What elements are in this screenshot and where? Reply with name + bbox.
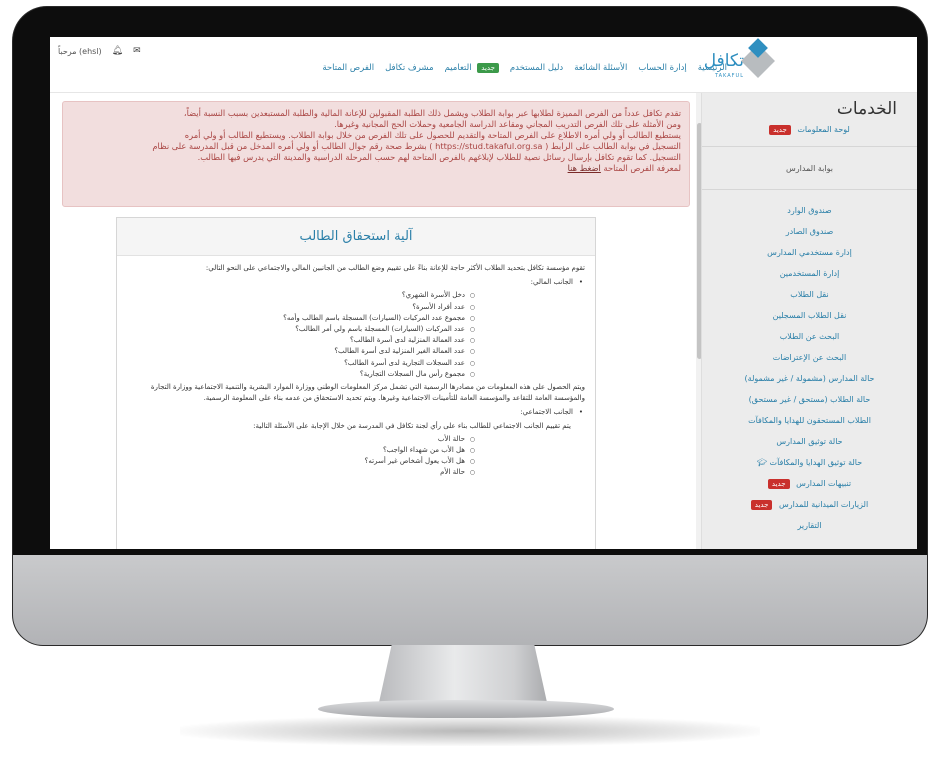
monitor-stand-neck	[378, 645, 548, 707]
list-item: حالة الأب	[127, 434, 475, 445]
list-item: عدد العمالة الغير المنزلية لدى أسرة الطا…	[127, 346, 475, 357]
sidebar-item-search-objections[interactable]: البحث عن الإعتراضات	[702, 347, 917, 368]
nav-faq[interactable]: الأسئلة الشائعة	[574, 63, 627, 73]
nav-user-guide[interactable]: دليل المستخدم	[510, 63, 563, 73]
main-content: تقدم تكافل عدداً من الفرص المميزة لطلابه…	[50, 93, 696, 549]
user-area: مرحباً (ehsl) 🔔︎ ✉	[58, 46, 141, 56]
eligibility-panel: آلية استحقاق الطالب تقوم مؤسسة تكافل بتح…	[116, 217, 596, 549]
new-badge: جديد	[477, 63, 499, 73]
nav-account[interactable]: إدارة الحساب	[638, 63, 686, 73]
graduation-cap-icon: 🎓︎	[756, 458, 767, 467]
list-item: هل الأب من شهداء الواجب؟	[127, 445, 475, 456]
monitor-shadow	[180, 716, 760, 746]
nav-circulars-label: التعاميم	[444, 63, 472, 73]
greeting-link[interactable]: مرحباً (ehsl)	[58, 47, 102, 56]
new-badge: جديد	[750, 500, 773, 510]
list-item: دخل الأسرة الشهري؟	[127, 290, 475, 301]
list-item: عدد المركبات (السيارات) المسجلة باسم ولي…	[127, 324, 475, 335]
sidebar-item-label: تنبيهات المدارس	[796, 479, 852, 488]
sidebar-group-schools-portal[interactable]: بوابة المدارس	[702, 146, 917, 190]
new-badge: جديد	[767, 479, 790, 489]
sidebar-item-school-alerts[interactable]: تنبيهات المدارس جديد	[702, 473, 917, 494]
alert-prefix: لمعرفة الفرص المتاحة	[603, 163, 681, 173]
sidebar-item-search-students[interactable]: البحث عن الطلاب	[702, 326, 917, 347]
alert-line: لمعرفة الفرص المتاحة اضغط هنا	[71, 163, 681, 174]
sidebar-item-students-status[interactable]: حالة الطلاب (مستحق / غير مستحق)	[702, 389, 917, 410]
sidebar-item-eligible-gifts[interactable]: الطلاب المستحقون للهدايا والمكافآت	[702, 410, 917, 431]
financial-list: دخل الأسرة الشهري؟ عدد أفراد الأسرة؟ مجم…	[127, 290, 585, 380]
panel-intro: تقوم مؤسسة تكافل بتحديد الطلاب الأكثر حا…	[205, 264, 585, 272]
panel-body: تقوم مؤسسة تكافل بتحديد الطلاب الأكثر حا…	[117, 256, 595, 479]
top-navbar: مرحباً (ehsl) 🔔︎ ✉ الرئيسية إدارة الحساب…	[50, 37, 917, 93]
main-nav: الرئيسية إدارة الحساب الأسئلة الشائعة دل…	[322, 63, 727, 73]
social-intro: يتم تقييم الجانب الاجتماعي للطالب بناء ع…	[253, 421, 571, 430]
list-item: عدد السجلات التجارية لدى أسرة الطالب؟	[127, 358, 475, 369]
screen: مرحباً (ehsl) 🔔︎ ✉ الرئيسية إدارة الحساب…	[50, 37, 917, 549]
list-item: عدد أفراد الأسرة؟	[127, 302, 475, 313]
nav-supervisor[interactable]: مشرف تكافل	[385, 63, 434, 73]
sidebar-item-label: لوحة المعلومات	[797, 125, 850, 134]
takaful-logo[interactable]: تكافل TAKAFUL	[696, 38, 775, 89]
sidebar-item-schools-verification[interactable]: حالة توثيق المدارس	[702, 431, 917, 452]
sidebar-item-dashboard[interactable]: لوحة المعلومات جديد	[702, 119, 917, 140]
sidebar-item-schools-status[interactable]: حالة المدارس (مشمولة / غير مشمولة)	[702, 368, 917, 389]
financial-note: ويتم الحصول على هذه المعلومات من مصادرها…	[150, 383, 585, 403]
services-sidebar: الخدمات لوحة المعلومات جديد بوابة المدار…	[701, 93, 917, 549]
alert-line: ومن الأمثلة على تلك الفرص التدريب المجان…	[334, 119, 681, 129]
alert-line: التسجيل في بوابة الطالب على الرابط ( htt…	[152, 141, 681, 151]
list-item: حالة الأم	[127, 467, 475, 478]
logo-subtext: TAKAFUL	[714, 73, 744, 79]
list-item: عدد العمالة المنزلية لدى أسرة الطالب؟	[127, 335, 475, 346]
sidebar-item-transfer-registered[interactable]: نقل الطلاب المسجلين	[702, 305, 917, 326]
sidebar-item-field-visits[interactable]: الزيارات الميدانية للمدارس جديد	[702, 494, 917, 515]
alert-line: التسجيل. كما تقوم تكافل بإرسال رسائل نصي…	[197, 152, 681, 162]
nav-circulars[interactable]: جديد التعاميم	[445, 63, 499, 73]
list-item: مجموع رأس مال السجلات التجارية؟	[127, 369, 475, 380]
social-heading: الجانب الاجتماعي:	[127, 407, 585, 418]
sidebar-item-label: حالة توثيق الهدايا والمكافآت	[769, 458, 863, 467]
click-here-link[interactable]: اضغط هنا	[568, 163, 601, 173]
alert-line: يستطيع الطالب أو ولي أمره الاطلاع على ال…	[184, 130, 681, 140]
alert-line: تقدم تكافل عدداً من الفرص المميزة لطلابه…	[183, 108, 681, 118]
envelope-icon[interactable]: ✉	[133, 46, 141, 56]
sidebar-item-inbox[interactable]: صندوق الوارد	[702, 200, 917, 221]
nav-opportunities[interactable]: الفرص المتاحة	[322, 63, 374, 73]
new-badge: جديد	[769, 125, 791, 135]
sidebar-item-users[interactable]: إدارة المستخدمين	[702, 263, 917, 284]
opportunities-alert: تقدم تكافل عدداً من الفرص المميزة لطلابه…	[62, 101, 690, 207]
list-item: هل الأب يعول أشخاص غير أسرته؟	[127, 456, 475, 467]
sidebar-item-reports[interactable]: التقارير	[702, 515, 917, 536]
sidebar-item-transfer-students[interactable]: نقل الطلاب	[702, 284, 917, 305]
list-item: مجموع عدد المركبات (السيارات) المسجلة با…	[127, 313, 475, 324]
social-list: حالة الأب هل الأب من شهداء الواجب؟ هل ال…	[127, 434, 585, 479]
monitor-stand-foot	[318, 700, 614, 718]
sidebar-item-label: الزيارات الميدانية للمدارس	[778, 500, 869, 509]
sidebar-item-school-users[interactable]: إدارة مستخدمي المدارس	[702, 242, 917, 263]
monitor-chin	[13, 555, 927, 645]
bell-icon[interactable]: 🔔︎	[112, 46, 123, 56]
sidebar-item-outbox[interactable]: صندوق الصادر	[702, 221, 917, 242]
financial-heading: الجانب المالي:	[127, 277, 585, 288]
sidebar-item-gifts-verification[interactable]: حالة توثيق الهدايا والمكافآت 🎓︎	[702, 452, 917, 473]
panel-title: آلية استحقاق الطالب	[117, 218, 595, 256]
logo-text: تكافل	[703, 51, 744, 71]
sidebar-title: الخدمات	[836, 99, 897, 119]
